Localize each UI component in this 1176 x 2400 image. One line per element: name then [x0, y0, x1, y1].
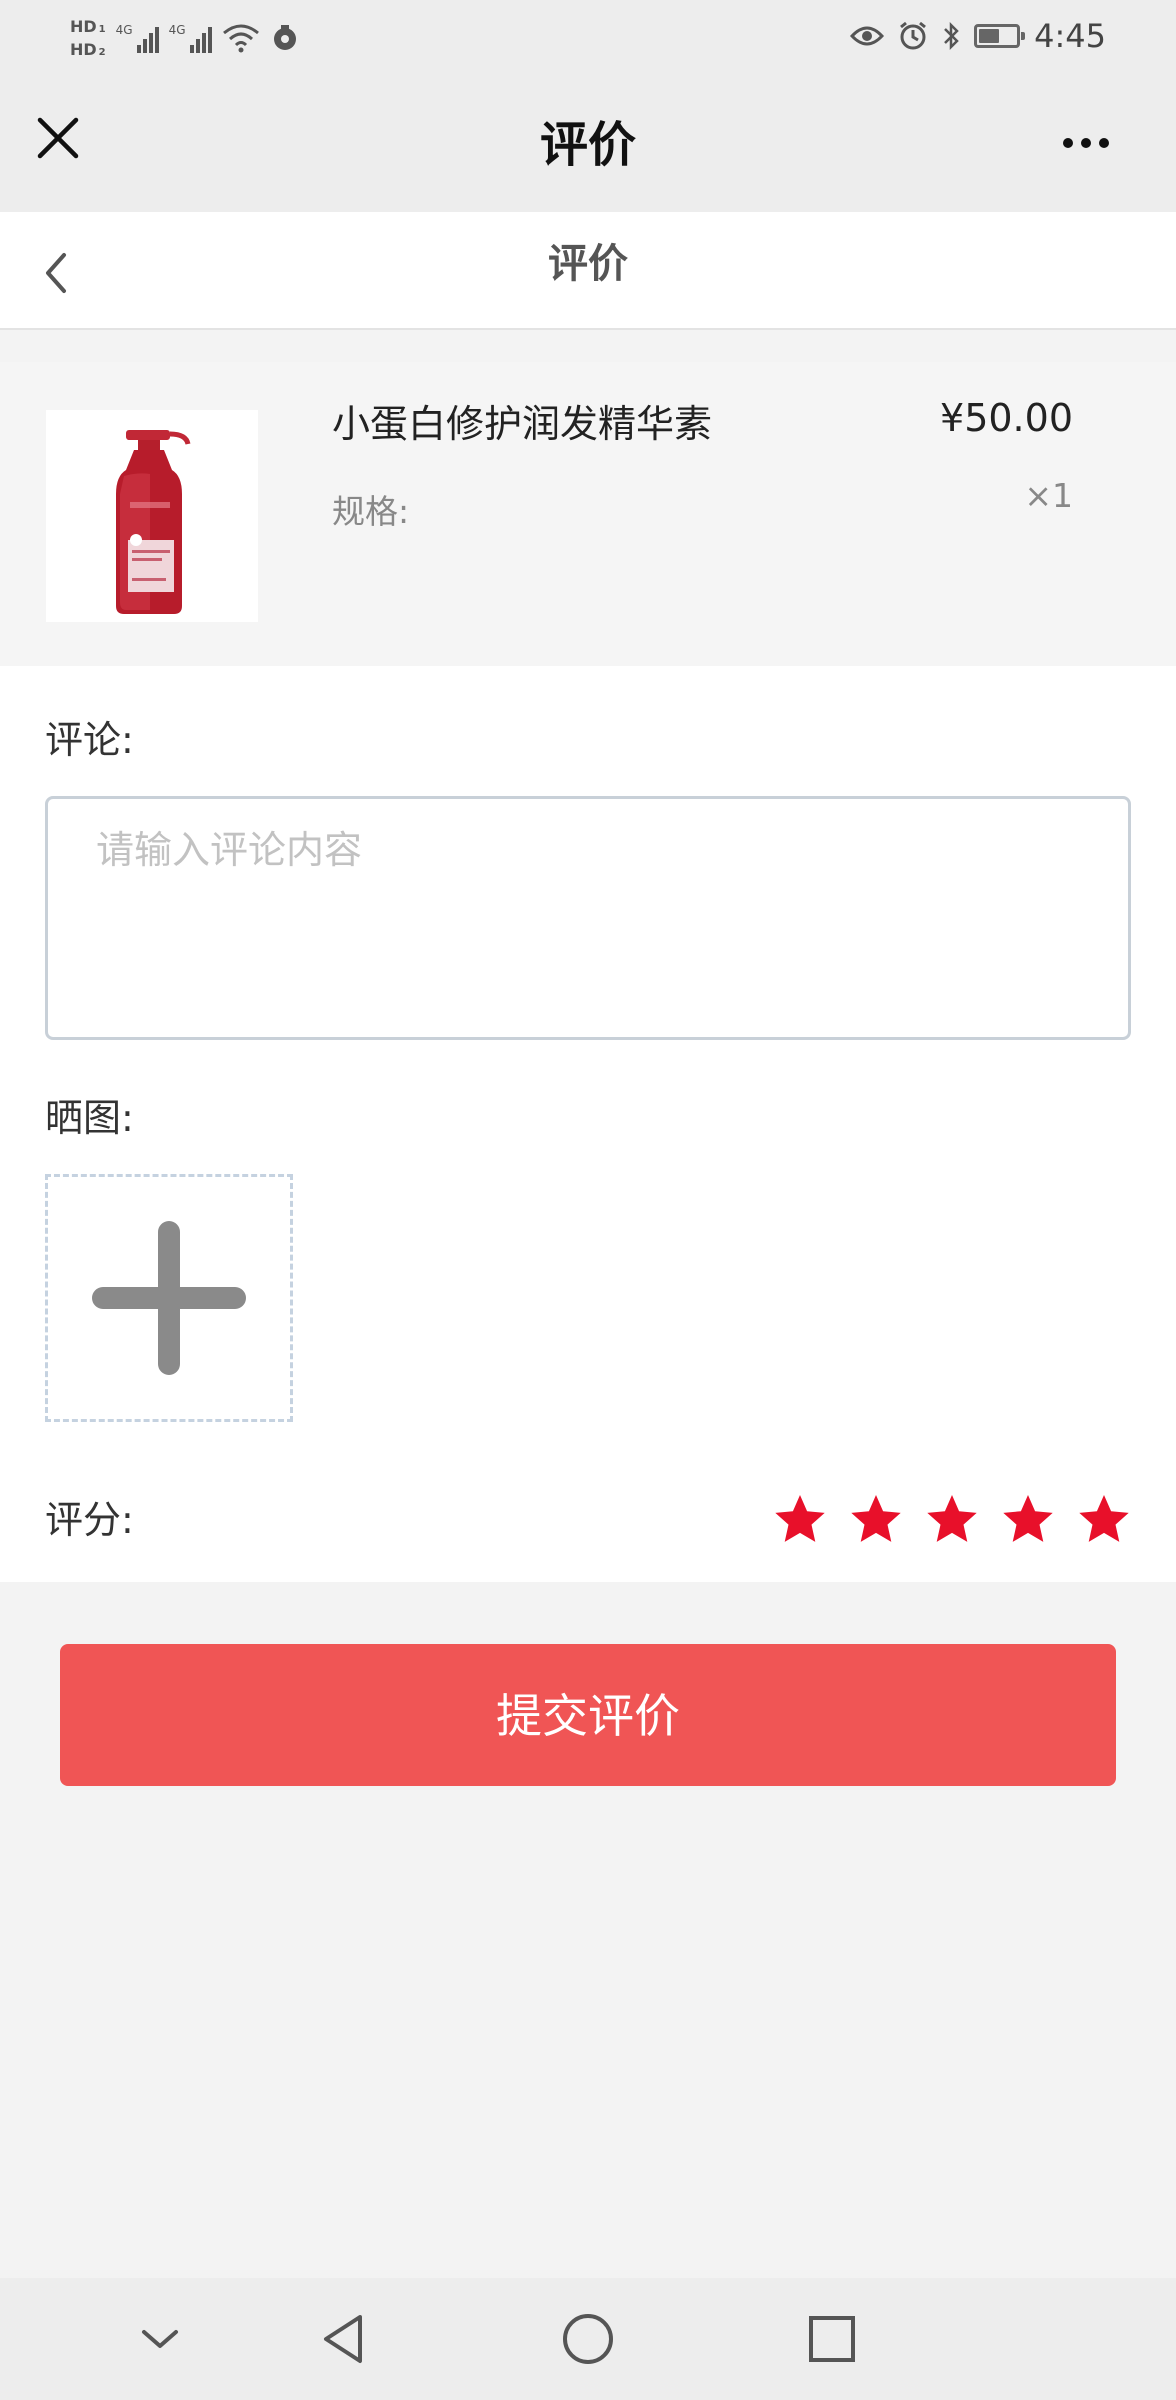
alarm-icon — [900, 21, 927, 50]
product-bottle-image — [116, 430, 191, 614]
star-icon[interactable] — [772, 1492, 828, 1548]
notification-icon — [273, 25, 296, 50]
back-button[interactable] — [30, 245, 80, 301]
bluetooth-icon — [944, 21, 959, 51]
star-icon[interactable] — [1076, 1492, 1132, 1548]
clock: 4:45 — [1034, 17, 1106, 55]
recent-square-icon — [809, 2316, 855, 2362]
nav-home-button[interactable] — [555, 2306, 621, 2372]
nav-recent-button[interactable] — [799, 2306, 865, 2372]
product-quantity: ×1 — [1024, 476, 1073, 515]
eye-icon — [850, 26, 885, 46]
chevron-left-icon — [46, 253, 66, 293]
comment-input[interactable] — [45, 796, 1131, 1040]
close-icon — [37, 117, 79, 159]
status-bar-right: 4:45 — [850, 14, 1106, 58]
page-title: 评价 — [548, 241, 628, 287]
battery-icon — [974, 24, 1026, 48]
home-circle-icon — [563, 2314, 613, 2364]
product-price: ¥50.00 — [940, 396, 1073, 440]
close-button[interactable] — [30, 110, 86, 166]
wifi-icon — [222, 24, 259, 53]
nav-back-button[interactable] — [310, 2306, 376, 2372]
star-icon[interactable] — [924, 1492, 980, 1548]
mini-program-title-bar — [0, 72, 1176, 212]
signal2-icon: 4G — [169, 23, 212, 53]
signal1-icon: 4G — [116, 23, 159, 53]
rating-stars[interactable] — [772, 1492, 1132, 1548]
hd-indicators: HD 1 HD 2 — [70, 17, 106, 59]
plus-icon — [92, 1221, 246, 1375]
comment-label: 评论: — [45, 718, 134, 762]
hd1-indicator: HD 1 — [70, 17, 106, 36]
rating-label: 评分: — [45, 1498, 134, 1542]
more-icon — [1063, 138, 1073, 148]
more-button[interactable] — [1046, 118, 1126, 168]
star-icon[interactable] — [1000, 1492, 1056, 1548]
nav-hide-button[interactable] — [127, 2306, 193, 2372]
hd2-indicator: HD 2 — [70, 40, 106, 59]
back-triangle-icon — [324, 2315, 362, 2363]
upload-photo-button[interactable] — [45, 1174, 293, 1422]
product-spec-label: 规格: — [332, 492, 410, 531]
submit-review-button[interactable]: 提交评价 — [60, 1644, 1116, 1786]
product-image — [46, 410, 258, 622]
star-icon[interactable] — [848, 1492, 904, 1548]
chevron-down-icon — [142, 2330, 178, 2348]
photo-label: 晒图: — [45, 1096, 134, 1140]
status-bar-left: HD 1 HD 2 4G 4G — [70, 10, 300, 66]
battery-fill — [979, 29, 1000, 43]
product-name: 小蛋白修护润发精华素 — [332, 402, 713, 446]
